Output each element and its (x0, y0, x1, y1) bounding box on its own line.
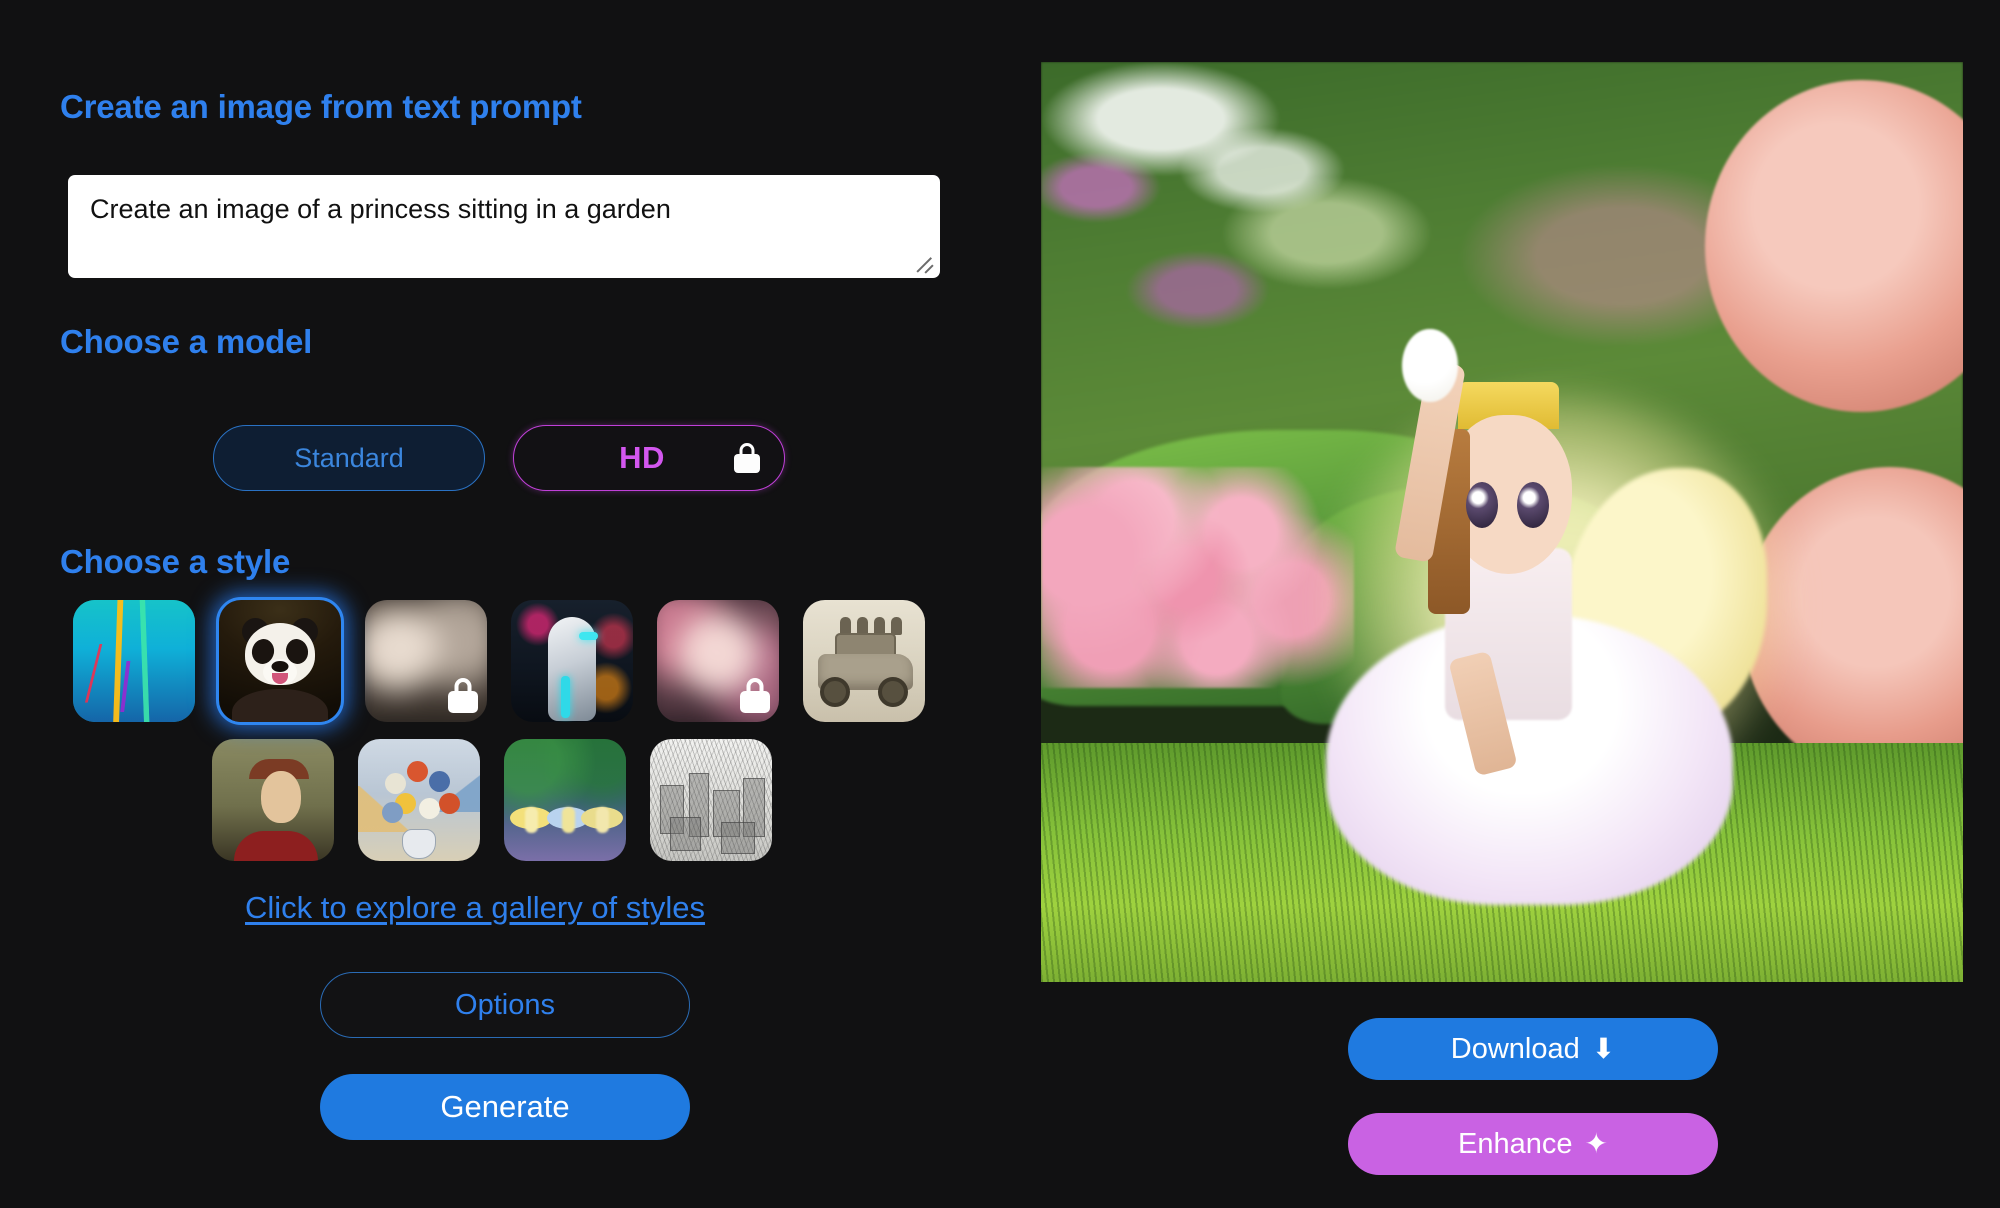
controls-panel: Create an image from text prompt Choose … (0, 0, 1020, 1208)
generate-button[interactable]: Generate (320, 1074, 690, 1140)
style-thumbnail-panda-3d-render[interactable] (216, 597, 344, 725)
model-option-standard[interactable]: Standard (213, 425, 485, 491)
style-thumbnail-renaissance-portrait[interactable] (212, 739, 334, 861)
generate-button-label: Generate (440, 1089, 570, 1124)
prompt-input[interactable] (68, 175, 940, 278)
model-option-standard-label: Standard (294, 442, 404, 473)
pencil-sketch-city-art (650, 739, 772, 861)
style-thumbnail-photo-bokeh[interactable] (365, 600, 487, 722)
lock-icon (448, 678, 478, 713)
style-section-heading: Choose a style (60, 543, 291, 580)
options-button[interactable]: Options (320, 972, 690, 1038)
lock-icon (734, 443, 760, 473)
model-option-group: Standard HD (213, 425, 785, 491)
style-thumbnail-pencil-sketch-city[interactable] (650, 739, 772, 861)
image-generator-app: Create an image from text prompt Choose … (0, 0, 2000, 1208)
style-thumbnail-abstract-paint[interactable] (73, 600, 195, 722)
style-thumbnail-vintage-sepia-car[interactable] (803, 600, 925, 722)
style-thumbnail-pink-portrait[interactable] (657, 600, 779, 722)
sparkle-icon: ✦ (1584, 1128, 1608, 1159)
style-thumbnail-cubist-flowers[interactable] (358, 739, 480, 861)
model-option-hd-label: HD (619, 440, 665, 475)
download-button[interactable]: Download ⬇ (1348, 1018, 1718, 1080)
generated-image (1041, 62, 1963, 982)
abstract-paint-art (73, 600, 195, 722)
lock-icon (740, 678, 770, 713)
options-button-label: Options (455, 988, 555, 1021)
result-panel: Download ⬇ Enhance ✦ (1020, 0, 2000, 1208)
style-gallery-link[interactable]: Click to explore a gallery of styles (245, 890, 705, 926)
model-section-heading: Choose a model (60, 323, 313, 360)
style-thumbnail-impressionist-ballet[interactable] (504, 739, 626, 861)
renaissance-portrait-art (212, 739, 334, 861)
download-arrow-icon: ⬇ (1591, 1033, 1616, 1064)
enhance-button[interactable]: Enhance ✦ (1348, 1113, 1718, 1175)
style-row-2 (212, 739, 772, 861)
princess-figure (1318, 283, 1768, 945)
vintage-sepia-car-art (803, 600, 925, 722)
impressionist-ballet-art (504, 739, 626, 861)
download-button-label: Download (1450, 1032, 1580, 1065)
cyberpunk-robot-art (511, 600, 633, 722)
generated-image-scene (1041, 62, 1963, 982)
style-thumbnail-cyberpunk-robot[interactable] (511, 600, 633, 722)
cubist-flowers-art (358, 739, 480, 861)
panda-art (219, 600, 341, 722)
model-option-hd[interactable]: HD (513, 425, 785, 491)
style-row-1 (73, 597, 925, 725)
enhance-button-label: Enhance (1458, 1127, 1573, 1160)
prompt-section-heading: Create an image from text prompt (60, 88, 582, 125)
